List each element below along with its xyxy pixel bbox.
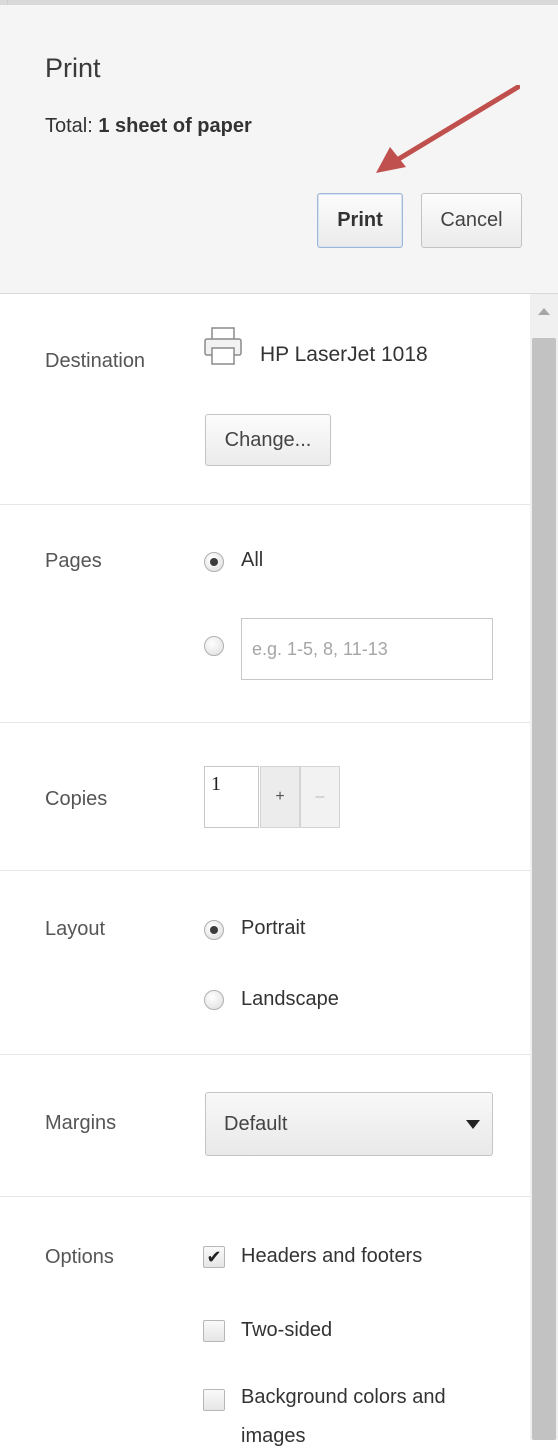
margins-label: Margins xyxy=(45,1112,117,1134)
print-header: Print Total: 1 sheet of paper Print Canc… xyxy=(0,5,558,294)
headers-footers-label: Headers and footers xyxy=(241,1245,423,1267)
pages-all-radio[interactable] xyxy=(204,552,224,572)
layout-portrait-label: Portrait xyxy=(241,917,306,939)
two-sided-label: Two-sided xyxy=(241,1319,333,1341)
options-label: Options xyxy=(45,1246,114,1268)
layout-landscape-radio[interactable] xyxy=(204,990,224,1010)
pages-label: Pages xyxy=(45,550,102,572)
cancel-button[interactable]: Cancel xyxy=(421,193,522,248)
printer-name: HP LaserJet 1018 xyxy=(260,343,428,366)
section-divider xyxy=(0,722,530,723)
sheet-summary: Total: 1 sheet of paper xyxy=(45,115,252,138)
section-divider xyxy=(0,1054,530,1055)
scroll-up-arrow-icon[interactable] xyxy=(538,308,550,315)
chevron-down-icon xyxy=(466,1120,480,1129)
settings-scrollbar[interactable] xyxy=(530,294,558,1440)
background-colors-label-line2: images xyxy=(241,1425,306,1447)
printer-icon xyxy=(204,327,242,365)
page-range-input[interactable] xyxy=(241,618,493,680)
summary-value: 1 sheet of paper xyxy=(98,115,252,137)
layout-label: Layout xyxy=(45,918,106,940)
layout-landscape-label: Landscape xyxy=(241,988,339,1010)
margins-select[interactable]: Default xyxy=(205,1092,493,1156)
copies-label: Copies xyxy=(45,788,108,810)
headers-footers-checkbox[interactable]: ✔ xyxy=(203,1246,225,1268)
destination-label: Destination xyxy=(45,350,146,372)
copies-input[interactable]: 1 xyxy=(204,766,259,828)
change-destination-button[interactable]: Change... xyxy=(205,414,331,466)
layout-portrait-radio[interactable] xyxy=(204,920,224,940)
section-divider xyxy=(0,870,530,871)
section-divider xyxy=(0,504,530,505)
copies-decrement-button[interactable]: – xyxy=(300,766,340,828)
dialog-title: Print xyxy=(45,53,101,83)
pages-all-label: All xyxy=(241,549,264,571)
annotation-arrow-icon xyxy=(376,85,520,173)
margins-selected-value: Default xyxy=(224,1113,288,1135)
copies-increment-button[interactable]: + xyxy=(260,766,300,828)
summary-prefix: Total: xyxy=(45,115,93,137)
background-colors-checkbox[interactable] xyxy=(203,1389,225,1411)
section-divider xyxy=(0,1196,530,1197)
pages-range-radio[interactable] xyxy=(204,636,224,656)
print-button[interactable]: Print xyxy=(317,193,403,248)
background-colors-label: Background colors and xyxy=(241,1386,446,1408)
scrollbar-thumb[interactable] xyxy=(532,338,556,1440)
two-sided-checkbox[interactable] xyxy=(203,1320,225,1342)
